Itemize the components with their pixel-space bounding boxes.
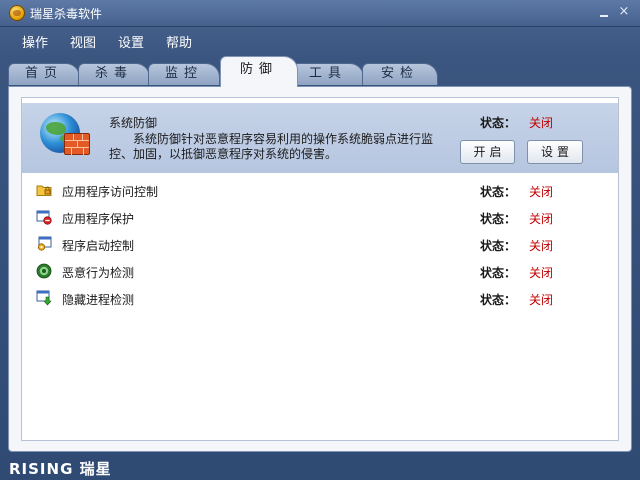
footer: RISING 瑞星 (0, 455, 640, 480)
menu-view[interactable]: 视图 (70, 32, 96, 51)
status-label: 状态： (480, 185, 517, 199)
tab-tools[interactable]: 工具 (292, 63, 364, 85)
window-download-icon (36, 290, 52, 306)
status-value: 关闭 (529, 293, 554, 307)
list-item-label: 程序启动控制 (62, 239, 135, 253)
tab-bar: 首页 杀毒 监控 工具 安检 防御 (0, 56, 640, 87)
rising-logo: RISING 瑞星 (9, 460, 112, 478)
status-value: 关闭 (529, 212, 554, 226)
menu-operate[interactable]: 操作 (22, 32, 48, 51)
green-orb-icon (36, 263, 52, 279)
folder-lock-icon (36, 185, 52, 196)
status-value: 关闭 (529, 266, 554, 280)
status-value: 关闭 (529, 116, 554, 130)
menu-help[interactable]: 帮助 (166, 32, 192, 51)
status-label: 状态： (480, 293, 517, 307)
list-item-label: 隐藏进程检测 (62, 293, 135, 307)
rising-lion-icon (9, 5, 25, 21)
tab-home[interactable]: 首页 (8, 63, 80, 85)
list-item-malicious-behavior-detection[interactable]: 恶意行为检测 状态： 关闭 (22, 259, 618, 286)
window-gear-icon (37, 236, 52, 251)
status-label: 状态： (480, 212, 517, 226)
list-item-label: 应用程序保护 (62, 212, 135, 226)
window-title: 瑞星杀毒软件 (30, 7, 103, 21)
defense-panel: 系统防御 系统防御针对恶意程序容易利用的操作系统脆弱点进行监控、加固，以抵御恶意… (8, 86, 632, 452)
close-button[interactable]: × (616, 5, 632, 21)
menu-bar: 操作 视图 设置 帮助 (0, 27, 640, 53)
settings-button[interactable]: 设置 (527, 140, 583, 164)
list-item-label: 应用程序访问控制 (62, 185, 159, 199)
list-item-label: 恶意行为检测 (62, 266, 135, 280)
status-label: 状态： (480, 116, 517, 130)
system-defense-title: 系统防御 (109, 116, 158, 130)
status-value: 关闭 (529, 185, 554, 199)
tab-scan[interactable]: 杀毒 (78, 63, 150, 85)
list-item-hidden-process-detection[interactable]: 隐藏进程检测 状态： 关闭 (22, 286, 618, 313)
status-label: 状态： (480, 239, 517, 253)
minimize-button[interactable] (596, 5, 612, 21)
system-defense-row[interactable]: 系统防御 系统防御针对恶意程序容易利用的操作系统脆弱点进行监控、加固，以抵御恶意… (22, 103, 618, 173)
status-value: 关闭 (529, 239, 554, 253)
minimize-icon (600, 15, 608, 17)
title-bar[interactable]: 瑞星杀毒软件 × (0, 0, 640, 27)
firewall-icon (64, 133, 90, 155)
list-item-startup-control[interactable]: 程序启动控制 状态： 关闭 (22, 232, 618, 259)
window-block-icon (36, 210, 52, 225)
list-item-app-access-control[interactable]: 应用程序访问控制 状态： 关闭 (22, 178, 618, 205)
menu-settings[interactable]: 设置 (118, 32, 144, 51)
tab-monitor[interactable]: 监控 (148, 63, 220, 85)
app-window: 瑞星杀毒软件 × 操作 视图 设置 帮助 首页 杀毒 监控 工具 安检 防御 系… (0, 0, 640, 480)
enable-button[interactable]: 开启 (460, 140, 515, 164)
tab-security-check[interactable]: 安检 (362, 63, 438, 85)
defense-list: 系统防御 系统防御针对恶意程序容易利用的操作系统脆弱点进行监控、加固，以抵御恶意… (21, 97, 619, 441)
status-label: 状态： (480, 266, 517, 280)
tab-defense[interactable]: 防御 (220, 56, 298, 87)
system-defense-description: 系统防御针对恶意程序容易利用的操作系统脆弱点进行监控、加固，以抵御恶意程序对系统… (109, 132, 434, 161)
list-item-app-protection[interactable]: 应用程序保护 状态： 关闭 (22, 205, 618, 232)
